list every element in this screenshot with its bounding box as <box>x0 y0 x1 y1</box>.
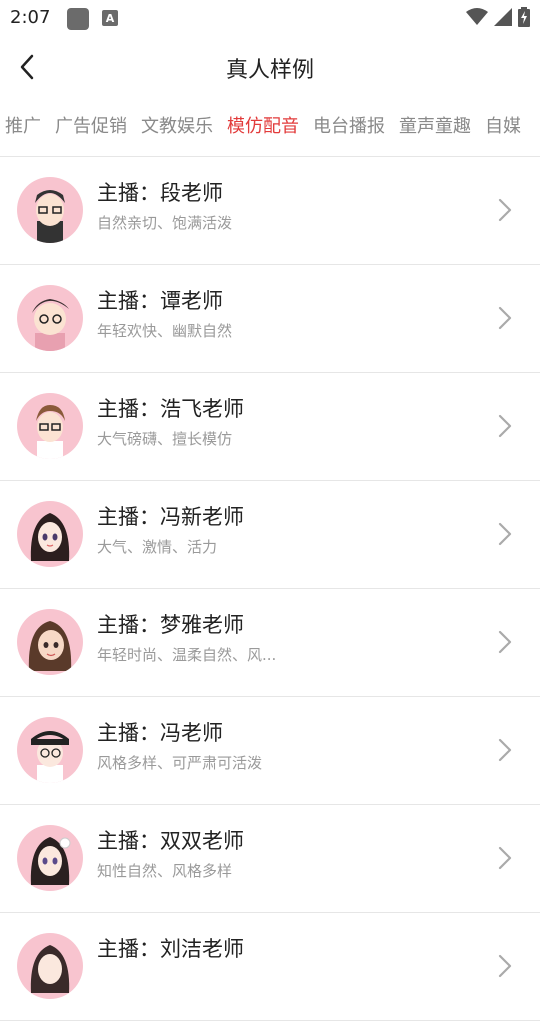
anchor-name: 主播：梦雅老师 <box>97 613 244 637</box>
status-right-icons <box>466 7 530 27</box>
tab-ad-sales[interactable]: 广告促销 <box>48 114 134 140</box>
a-icon: A <box>102 10 118 26</box>
list-item[interactable]: 主播：谭老师 年轻欢快、幽默自然 <box>0 265 540 373</box>
tab-culture-entertainment[interactable]: 文教娱乐 <box>134 114 220 140</box>
notification-square-icon <box>67 8 89 30</box>
avatar <box>17 717 83 783</box>
chevron-right-icon <box>498 630 512 654</box>
status-bar: 2:07 A <box>0 0 540 36</box>
anchor-description: 年轻时尚、温柔自然、风... <box>97 646 277 664</box>
page-title: 真人样例 <box>225 58 314 83</box>
anchor-description: 自然亲切、饱满活泼 <box>97 214 233 232</box>
list-item[interactable]: 主播：刘洁老师 <box>0 913 540 1021</box>
list-item[interactable]: 主播：梦雅老师 年轻时尚、温柔自然、风... <box>0 589 540 697</box>
anchor-description: 知性自然、风格多样 <box>97 862 233 880</box>
avatar <box>17 501 83 567</box>
tab-radio-broadcast[interactable]: 电台播报 <box>306 114 392 140</box>
chevron-right-icon <box>498 414 512 438</box>
avatar <box>17 393 83 459</box>
chevron-right-icon <box>498 954 512 978</box>
anchor-description: 大气磅礴、擅长模仿 <box>97 430 233 448</box>
avatar <box>17 933 83 999</box>
anchor-name: 主播：冯新老师 <box>97 505 244 529</box>
anchor-name: 主播：浩飞老师 <box>97 397 244 421</box>
header: 真人样例 <box>0 36 540 100</box>
avatar <box>17 177 83 243</box>
anchor-name: 主播：段老师 <box>97 181 223 205</box>
list-item[interactable]: 主播：双双老师 知性自然、风格多样 <box>0 805 540 913</box>
list-item[interactable]: 主播：冯新老师 大气、激情、活力 <box>0 481 540 589</box>
wifi-icon <box>466 8 488 25</box>
anchor-list: 主播：段老师 自然亲切、饱满活泼 主播：谭老师 年轻欢快、幽默自然 主播：浩飞老… <box>0 157 540 1021</box>
anchor-name: 主播：刘洁老师 <box>97 937 244 961</box>
signal-icon <box>494 8 512 26</box>
list-item[interactable]: 主播：冯老师 风格多样、可严肃可活泼 <box>0 697 540 805</box>
avatar <box>17 609 83 675</box>
anchor-description: 年轻欢快、幽默自然 <box>97 322 233 340</box>
chevron-right-icon <box>498 738 512 762</box>
anchor-description: 风格多样、可严肃可活泼 <box>97 754 263 772</box>
anchor-name: 主播：谭老师 <box>97 289 223 313</box>
list-item[interactable]: 主播：浩飞老师 大气磅礴、擅长模仿 <box>0 373 540 481</box>
tab-child-voice[interactable]: 童声童趣 <box>392 114 478 140</box>
tab-promo[interactable]: 推广 <box>0 114 48 140</box>
tab-self-media[interactable]: 自媒 <box>478 114 528 140</box>
category-tabs: 推广 广告促销 文教娱乐 模仿配音 电台播报 童声童趣 自媒 <box>0 106 540 150</box>
battery-icon <box>518 7 530 27</box>
anchor-name: 主播：冯老师 <box>97 721 223 745</box>
list-item[interactable]: 主播：段老师 自然亲切、饱满活泼 <box>0 157 540 265</box>
avatar <box>17 285 83 351</box>
chevron-right-icon <box>498 198 512 222</box>
chevron-right-icon <box>498 846 512 870</box>
avatar <box>17 825 83 891</box>
anchor-description: 大气、激情、活力 <box>97 538 218 556</box>
chevron-right-icon <box>498 522 512 546</box>
chevron-right-icon <box>498 306 512 330</box>
anchor-name: 主播：双双老师 <box>97 829 244 853</box>
tab-imitation-dubbing[interactable]: 模仿配音 <box>220 114 306 140</box>
status-time: 2:07 <box>10 7 51 28</box>
